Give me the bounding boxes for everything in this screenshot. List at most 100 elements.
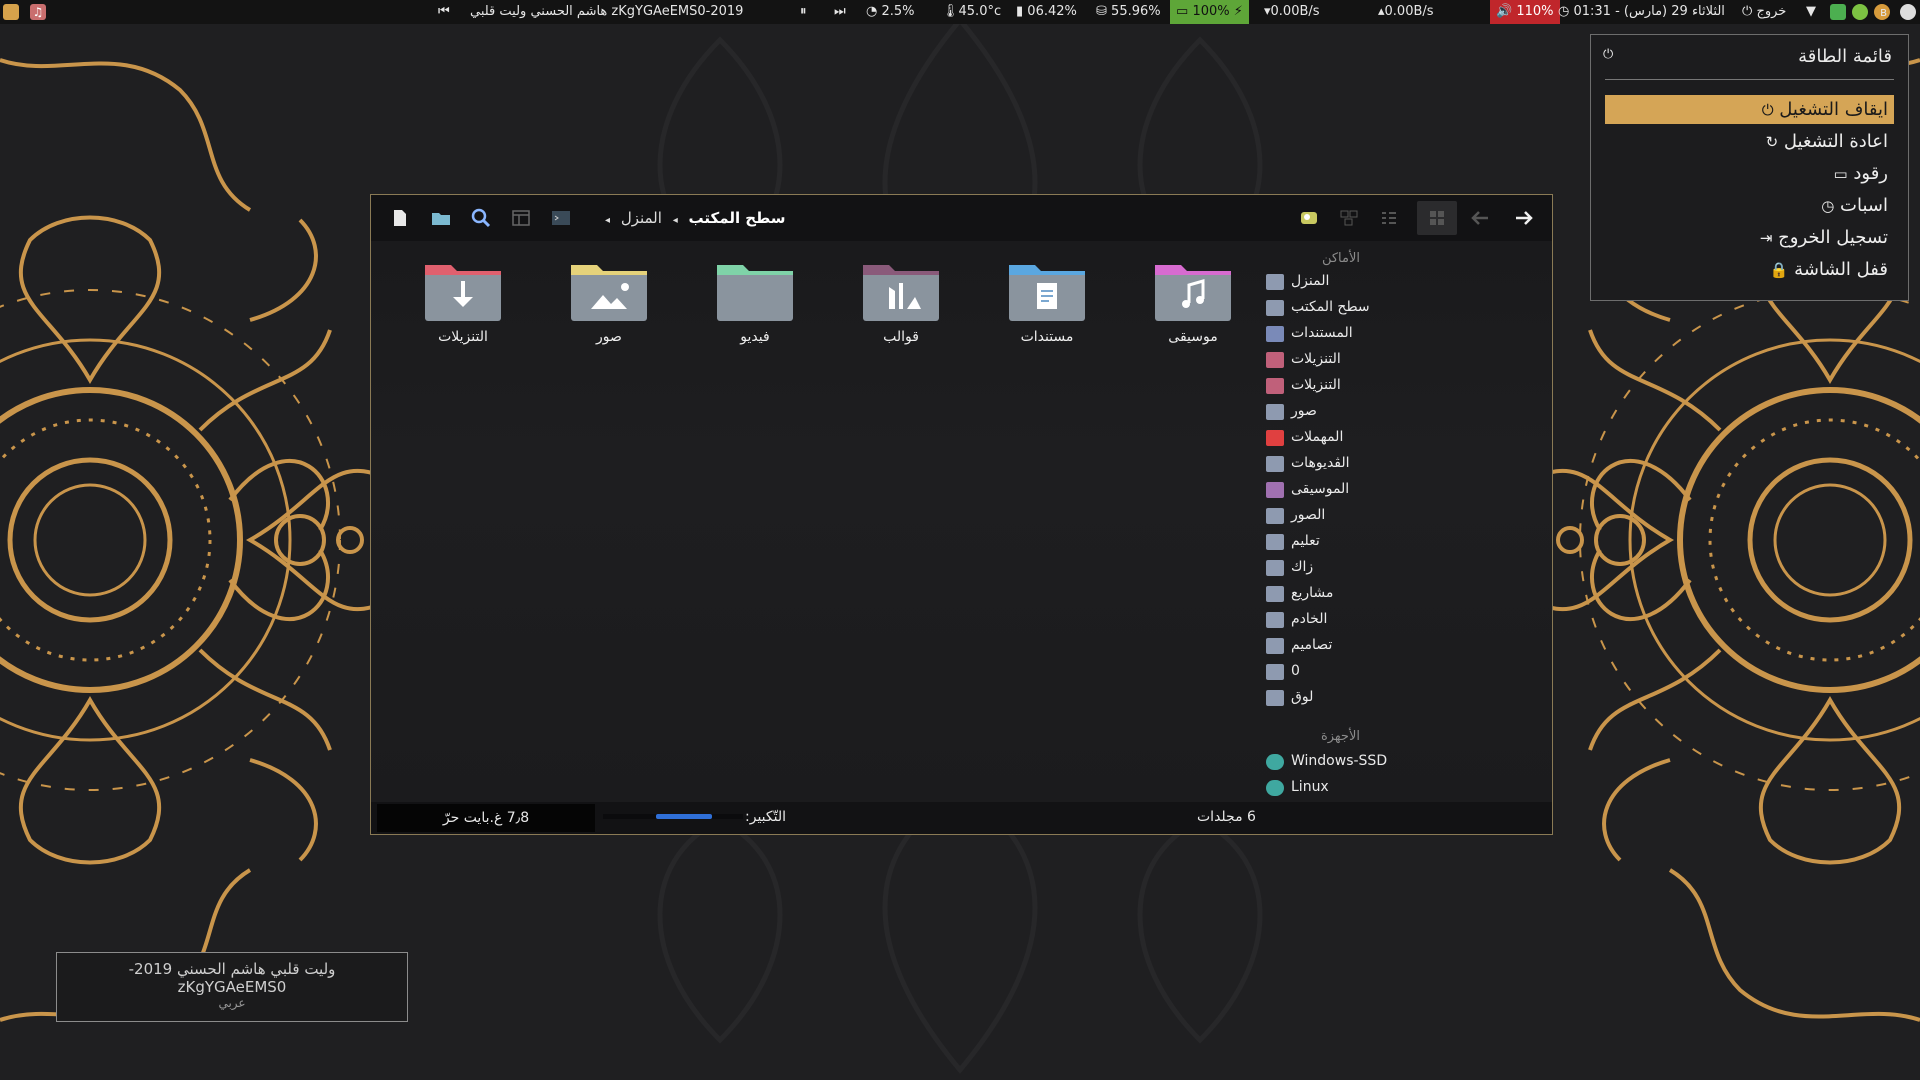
folder-icon <box>1266 274 1284 290</box>
sidebar-device-item[interactable]: Linux <box>1266 777 1546 799</box>
sidebar-place-item[interactable]: المهملات <box>1266 427 1546 449</box>
net-down: ▾0.00B/s <box>1264 0 1320 24</box>
sidebar-place-item[interactable]: الخادم <box>1266 609 1546 631</box>
sidebar-place-item[interactable]: المنزل <box>1266 271 1546 293</box>
zoom-slider[interactable] <box>603 814 743 819</box>
preview-icon[interactable] <box>1299 208 1319 228</box>
sidebar-place-label: المنزل <box>1291 273 1330 289</box>
sidebar-place-item[interactable]: التنزيلات <box>1266 375 1546 397</box>
power-icon: ⏻ <box>1603 47 1614 62</box>
sidebar-place-label: التنزيلات <box>1291 351 1341 367</box>
places-header: الأماكن <box>1321 251 1360 266</box>
videos-folder-icon <box>717 265 793 321</box>
logout-button[interactable]: خروج ⏻ <box>1742 0 1786 24</box>
folder-item[interactable]: قوالب <box>851 259 951 345</box>
power-menu-item-label: اسبات <box>1840 195 1888 216</box>
new-file-icon[interactable] <box>390 208 410 228</box>
folder-icon <box>1266 456 1284 472</box>
sidebar-device-label: Linux <box>1291 779 1329 795</box>
forward-arrow-icon[interactable] <box>1514 208 1534 228</box>
mem-value: 06.42% <box>1027 4 1077 19</box>
sidebar-place-item[interactable]: الموسيقى <box>1266 479 1546 501</box>
cpu-usage: ◔ 2.5% <box>866 0 915 24</box>
terminal-icon[interactable] <box>551 208 571 228</box>
notification-icon[interactable] <box>1900 4 1916 20</box>
sidebar-place-item[interactable]: مشاريع <box>1266 583 1546 605</box>
power-menu-item[interactable]: رقود ▭ <box>1605 159 1894 188</box>
battery-icon: ▭ <box>1176 4 1189 19</box>
folder-item[interactable]: صور <box>559 259 659 345</box>
clock-icon: ◷ <box>1558 4 1570 19</box>
clock-icon: ◷ <box>1821 197 1835 215</box>
folder-icon <box>1266 326 1284 342</box>
clock-value: الثلاثاء 29 (مارس) - 01:31 <box>1573 4 1725 19</box>
folder-label: التنزيلات <box>438 329 488 345</box>
sidebar-place-item[interactable]: الڤديوهات <box>1266 453 1546 475</box>
folder-item[interactable]: مستندات <box>997 259 1097 345</box>
sidebar-place-item[interactable]: زاك <box>1266 557 1546 579</box>
widget-title: وليت قلبي هاشم الحسني 2019- <box>128 960 336 978</box>
sidebar-place-item[interactable]: التنزيلات <box>1266 349 1546 371</box>
sidebar-place-item[interactable]: سطح المكتب <box>1266 297 1546 319</box>
sidebar-place-label: 0 <box>1291 663 1300 679</box>
volume-value: 110% <box>1516 4 1554 19</box>
zoom-label: التّكبير: <box>745 809 787 825</box>
app-tray-icon[interactable] <box>1830 4 1846 20</box>
icon-view-button[interactable] <box>1417 201 1457 235</box>
power-menu-item[interactable]: قفل الشاشة 🔒 <box>1605 255 1894 284</box>
back-arrow-icon[interactable] <box>1470 208 1490 228</box>
breadcrumb-separator-icon: ◂ <box>605 215 611 226</box>
folder-icon <box>1266 378 1284 394</box>
power-menu-item[interactable]: تسجيل الخروج ⇥ <box>1605 223 1894 252</box>
sidebar-place-item[interactable]: المستندات <box>1266 323 1546 345</box>
folder-item[interactable]: التنزيلات <box>413 259 513 345</box>
sidebar-place-item[interactable]: الصور <box>1266 505 1546 527</box>
sidebar-place-label: التنزيلات <box>1291 377 1341 393</box>
power-menu-item[interactable]: اسبات ◷ <box>1605 191 1894 220</box>
compact-view-icon[interactable] <box>1339 208 1359 228</box>
power-menu-item[interactable]: ايقاف التشغيل ⏻ <box>1605 95 1894 124</box>
list-view-icon[interactable] <box>1379 208 1399 228</box>
folder-item[interactable]: فيديو <box>705 259 805 345</box>
power-menu-item-label: ايقاف التشغيل <box>1779 99 1888 120</box>
bluetooth-icon[interactable]: ʙ <box>1880 0 1887 24</box>
breadcrumb-current[interactable]: سطح المكتب <box>689 209 786 227</box>
widget-language: عربي <box>218 996 246 1010</box>
power-menu-item[interactable]: اعادة التشغيل ↻ <box>1605 127 1894 156</box>
split-view-icon[interactable] <box>511 208 531 228</box>
power-icon: ⏻ <box>1742 4 1753 19</box>
sidebar-place-label: تعليم <box>1291 533 1320 549</box>
sidebar-place-label: صور <box>1291 403 1317 419</box>
volume-indicator[interactable]: 🔊 110% <box>1490 0 1560 24</box>
sidebar-device-item[interactable]: Windows-SSD <box>1266 751 1546 773</box>
wifi-icon[interactable]: ▼ <box>1806 0 1816 24</box>
skip-back-icon[interactable]: ⏮ <box>438 0 450 24</box>
music-launcher-icon[interactable]: ♫ <box>30 4 46 20</box>
sidebar-place-item[interactable]: صور <box>1266 401 1546 423</box>
drive-icon <box>1266 780 1284 796</box>
charging-icon: ⚡ <box>1233 4 1243 19</box>
sidebar-place-item[interactable]: 0 <box>1266 661 1546 683</box>
power-menu-item-label: قفل الشاشة <box>1794 259 1888 280</box>
net-up-value: 0.00B/s <box>1384 4 1434 19</box>
lock-tray-icon[interactable] <box>1852 4 1868 20</box>
sidebar-place-item[interactable]: تصاميم <box>1266 635 1546 657</box>
sidebar-place-item[interactable]: لوق <box>1266 687 1546 709</box>
sidebar-place-item[interactable]: تعليم <box>1266 531 1546 553</box>
file-manager-toolbar: سطح المكتب ◂ المنزل ◂ <box>371 195 1552 241</box>
files-launcher-icon[interactable] <box>3 4 19 20</box>
breadcrumb-home[interactable]: المنزل <box>621 209 662 227</box>
skip-forward-icon[interactable]: ⏭ <box>834 0 846 24</box>
places-sidebar: الأماكن المنزل سطح المكتب المستندات التنزيل… <box>1265 241 1554 822</box>
folder-item[interactable]: موسيقى <box>1143 259 1243 345</box>
new-folder-icon[interactable] <box>431 208 451 228</box>
pause-icon[interactable]: ⏸ <box>800 0 807 24</box>
file-manager-window: سطح المكتب ◂ المنزل ◂ التنزيلات صور فيديو ق… <box>370 194 1553 835</box>
folder-icon <box>1266 664 1284 680</box>
folder-label: صور <box>596 329 622 345</box>
power-menu-divider <box>1605 79 1894 80</box>
folder-icon <box>1266 534 1284 550</box>
search-icon[interactable] <box>471 208 491 228</box>
disk-value: 55.96% <box>1111 4 1161 19</box>
clock[interactable]: الثلاثاء 29 (مارس) - 01:31 ◷ <box>1558 0 1725 24</box>
